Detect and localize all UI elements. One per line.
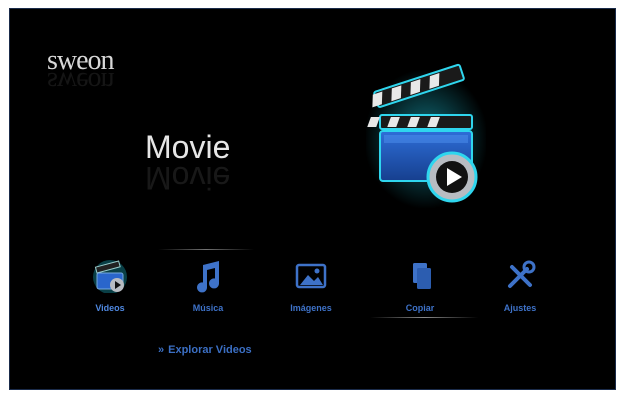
- menu-label-imagenes: Imágenes: [290, 303, 332, 313]
- selection-line-bottom: [370, 317, 478, 318]
- menu-item-copiar[interactable]: Copiar: [375, 255, 465, 325]
- menu-item-musica[interactable]: Música: [163, 255, 253, 325]
- clapperboard-hero-icon: [366, 63, 486, 209]
- menu-item-ajustes[interactable]: Ajustes: [475, 255, 565, 325]
- menu-item-imagenes[interactable]: Imágenes: [266, 255, 356, 325]
- music-note-icon: [197, 261, 220, 293]
- double-chevron-icon: »: [158, 344, 165, 356]
- explore-videos-link[interactable]: » Explorar Videos: [158, 344, 252, 356]
- brand-logo-reflection: sweon: [47, 66, 114, 97]
- main-menu: Videos Música Imágenes Copiar Ajustes: [65, 255, 565, 325]
- menu-label-musica: Música: [192, 303, 224, 313]
- tv-screen: sweon sweon Movie Movie Videos Música Im…: [9, 8, 616, 390]
- menu-label-videos: Videos: [95, 303, 125, 313]
- page-title-reflection: Movie: [145, 160, 231, 196]
- explore-label: Explorar Videos: [168, 344, 252, 356]
- menu-label-copiar: Copiar: [405, 303, 435, 313]
- clapperboard-icon: [93, 260, 127, 293]
- tools-icon: [508, 260, 536, 288]
- picture-icon: [295, 263, 327, 289]
- menu-item-videos[interactable]: Videos: [65, 255, 155, 325]
- copy-icon: [413, 263, 431, 289]
- menu-label-ajustes: Ajustes: [503, 303, 537, 313]
- selection-line-top: [158, 249, 254, 250]
